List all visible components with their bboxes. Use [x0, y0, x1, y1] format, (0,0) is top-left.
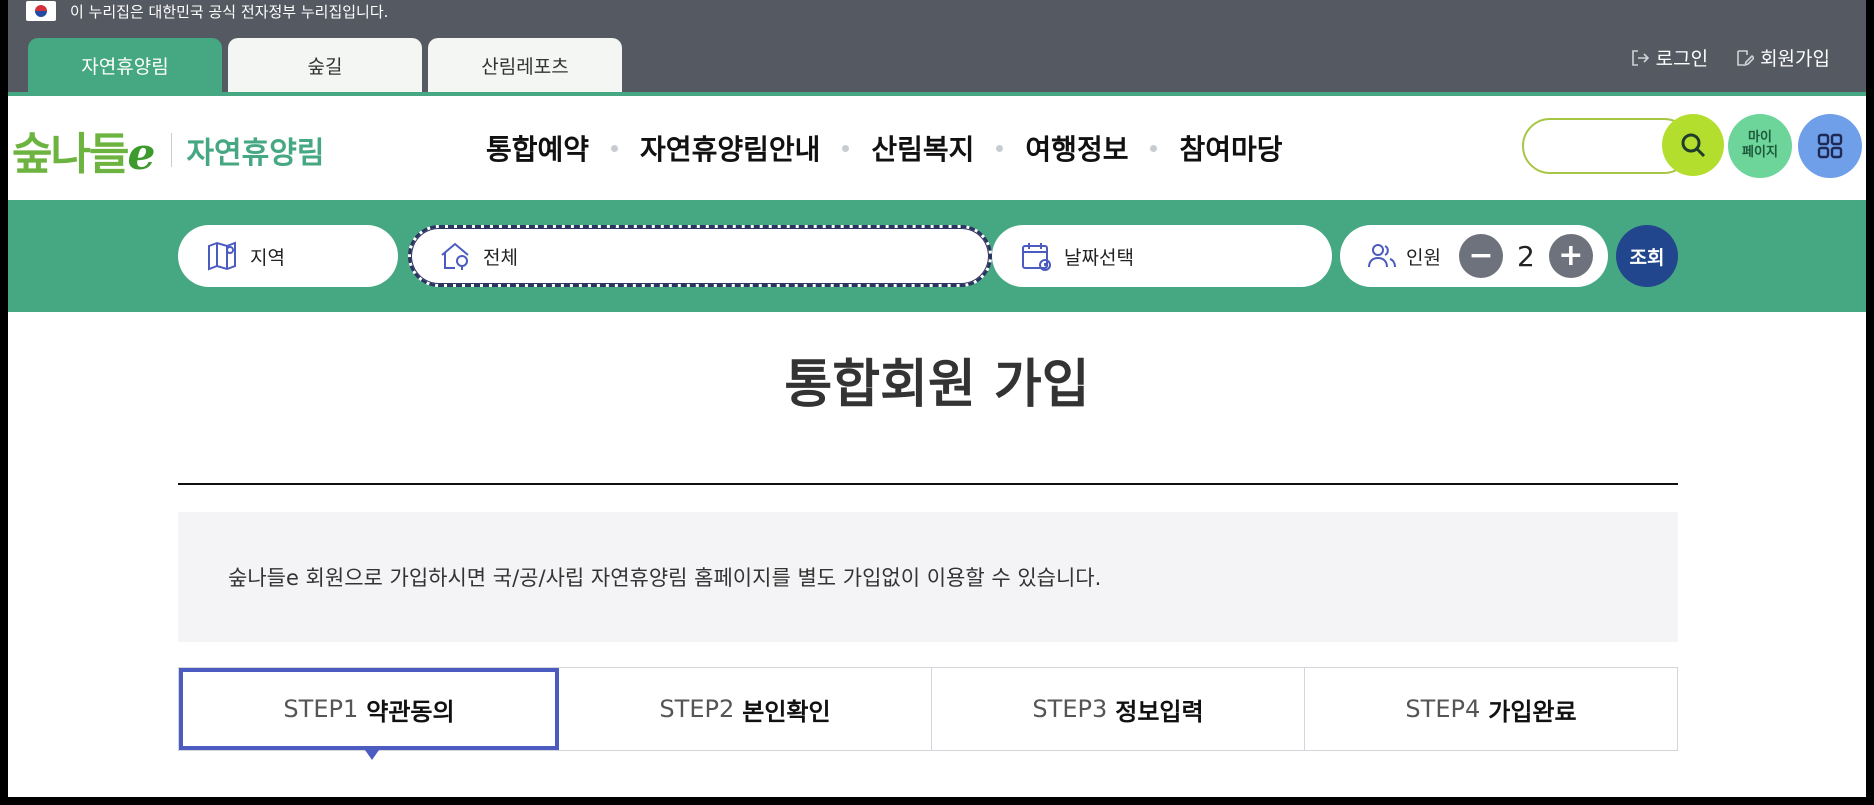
logo-mark: 숲나들e	[12, 129, 155, 180]
date-label: 날짜선택	[1064, 246, 1134, 269]
nav-forest-info[interactable]: 자연휴양림안내	[640, 128, 820, 168]
title-divider	[178, 483, 1678, 485]
nav-separator	[611, 144, 619, 152]
signup-steps: STEP1 약관동의 STEP2 본인확인 STEP3 정보입력 STEP4 가…	[178, 667, 1678, 760]
nav-reservation[interactable]: 통합예약	[486, 128, 589, 168]
step-label: 약관동의	[366, 697, 455, 726]
date-select[interactable]: 날짜선택	[992, 225, 1332, 287]
step-1: STEP1 약관동의	[179, 668, 559, 760]
nav-separator	[1150, 144, 1158, 152]
step-3: STEP3 정보입력	[932, 668, 1305, 750]
step-label: 가입완료	[1488, 697, 1577, 726]
people-label: 인원	[1406, 246, 1441, 269]
step-number: STEP3	[1032, 695, 1108, 723]
increase-button[interactable]: +	[1548, 234, 1593, 278]
all-menu-button[interactable]	[1798, 114, 1862, 178]
site-header: 숲나들e 자연휴양림 통합예약 자연휴양림안내 산림복지 여행정보 참여마당 마…	[8, 96, 1866, 200]
home-pin-icon	[441, 242, 469, 270]
step-label: 정보입력	[1115, 697, 1204, 726]
tab-leports[interactable]: 산림레포츠	[428, 38, 622, 92]
step-number: STEP1	[283, 695, 359, 723]
main-nav: 통합예약 자연휴양림안내 산림복지 여행정보 참여마당	[486, 128, 1283, 168]
tab-trail[interactable]: 숲길	[228, 38, 422, 92]
reservation-bar: 지역 전체 날짜선택 인원 − 2 + 조회	[8, 200, 1866, 312]
login-link[interactable]: 로그인	[1630, 44, 1708, 71]
search-button[interactable]	[1662, 114, 1724, 176]
login-label: 로그인	[1655, 48, 1709, 70]
people-stepper: 인원 − 2 +	[1340, 225, 1608, 287]
gov-banner-text: 이 누리집은 대한민국 공식 전자정부 누리집입니다.	[70, 2, 389, 21]
logo[interactable]: 숲나들e 자연휴양림	[12, 118, 324, 182]
place-select[interactable]: 전체	[408, 225, 992, 287]
logo-divider	[171, 133, 173, 167]
step-2: STEP2 본인확인	[559, 668, 932, 750]
grid-icon	[1817, 133, 1843, 159]
signup-link[interactable]: 회원가입	[1734, 44, 1830, 71]
my-page-line2: 페이지	[1742, 145, 1778, 160]
logo-subtitle: 자연휴양림	[186, 136, 325, 171]
nav-travel[interactable]: 여행정보	[1025, 128, 1128, 168]
my-page-button[interactable]: 마이 페이지	[1728, 114, 1792, 178]
page-title: 통합회원 가입	[784, 355, 1090, 415]
place-label: 전체	[483, 246, 518, 269]
map-icon	[208, 241, 236, 271]
nav-separator	[996, 144, 1004, 152]
my-page-line1: 마이	[1748, 130, 1772, 146]
gov-banner: 이 누리집은 대한민국 공식 전자정부 누리집입니다.	[26, 0, 388, 22]
nav-welfare[interactable]: 산림복지	[871, 128, 974, 168]
site-tabs: 자연휴양림 숲길 산림레포츠	[28, 38, 622, 92]
step-4: STEP4 가입완료	[1305, 668, 1677, 750]
search-icon	[1681, 133, 1706, 158]
util-links: 로그인 회원가입	[1630, 44, 1830, 71]
people-icon	[1368, 244, 1396, 268]
decrease-button[interactable]: −	[1458, 234, 1503, 278]
lookup-button[interactable]: 조회	[1616, 225, 1678, 287]
region-label: 지역	[250, 246, 285, 269]
login-icon	[1631, 49, 1649, 66]
step-number: STEP4	[1405, 695, 1481, 723]
notice-text: 숲나들e 회원으로 가입하시면 국/공/사립 자연휴양림 홈페이지를 별도 가입…	[228, 566, 1102, 590]
korean-flag-icon	[26, 1, 56, 21]
calendar-icon	[1022, 243, 1051, 271]
tab-forest[interactable]: 자연휴양림	[28, 38, 222, 92]
nav-community[interactable]: 참여마당	[1179, 128, 1282, 168]
region-select[interactable]: 지역	[178, 225, 398, 287]
top-utility-bar: 이 누리집은 대한민국 공식 전자정부 누리집입니다. 자연휴양림 숲길 산림레…	[8, 0, 1866, 92]
signup-label: 회원가입	[1760, 48, 1830, 70]
edit-icon	[1737, 49, 1755, 66]
people-count: 2	[1516, 239, 1535, 273]
step-number: STEP2	[659, 695, 735, 723]
notice-box: 숲나들e 회원으로 가입하시면 국/공/사립 자연휴양림 홈페이지를 별도 가입…	[178, 512, 1678, 642]
page: 이 누리집은 대한민국 공식 전자정부 누리집입니다. 자연휴양림 숲길 산림레…	[8, 0, 1866, 797]
nav-separator	[842, 144, 850, 152]
step-label: 본인확인	[742, 697, 831, 726]
